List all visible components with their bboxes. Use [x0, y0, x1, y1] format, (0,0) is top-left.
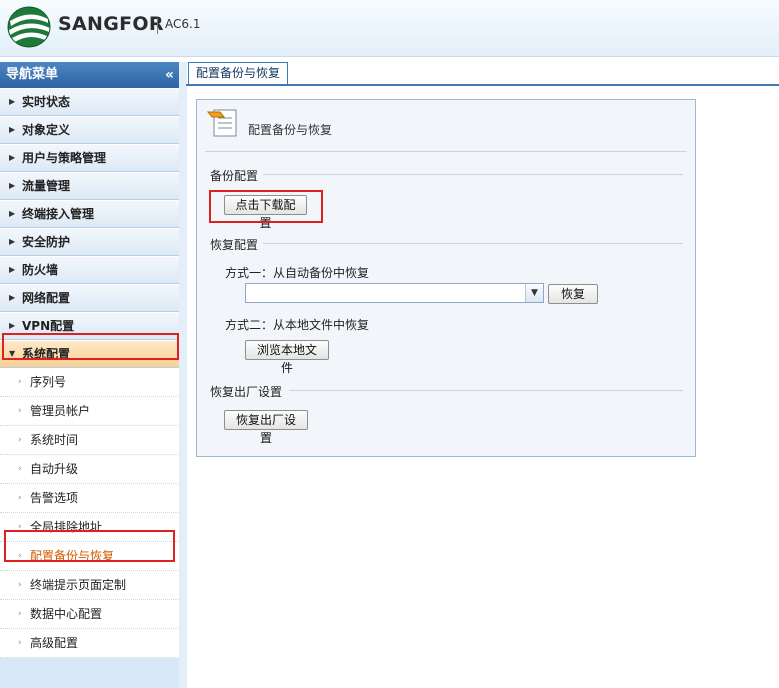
tab-config-backup-restore[interactable]: 配置备份与恢复 — [188, 62, 289, 84]
menu-item-label: 用户与策略管理 — [22, 151, 107, 165]
sub-item-alarm-options[interactable]: › 告警选项 — [0, 484, 180, 513]
sub-item-label: 全局排除地址 — [30, 520, 103, 534]
divider — [263, 174, 683, 175]
chevron-right-icon: ▶ — [9, 265, 16, 274]
menu-item-label: 实时状态 — [22, 95, 71, 109]
navigation-sidebar: 导航菜单 « ▶ 实时状态 ▶ 对象定义 ▶ 用户与策略管理 ▶ 流量管理 ▶ 终端接入管… — [0, 62, 181, 688]
sub-item-serial-number[interactable]: › 序列号 — [0, 368, 180, 397]
collapse-sidebar-icon[interactable]: « — [165, 62, 174, 88]
menu-item-user-policy[interactable]: ▶ 用户与策略管理 — [0, 144, 180, 172]
sub-item-config-backup-restore[interactable]: › 配置备份与恢复 — [0, 542, 180, 571]
sub-item-global-exclude[interactable]: › 全局排除地址 — [0, 513, 180, 542]
factory-reset-section-label: 恢复出厂设置 — [210, 385, 283, 399]
chevron-right-small-icon: › — [18, 464, 22, 474]
menu-item-object-definition[interactable]: ▶ 对象定义 — [0, 116, 180, 144]
chevron-right-small-icon: › — [18, 435, 22, 445]
menu-item-label: 防火墙 — [22, 263, 59, 277]
menu-item-network-config[interactable]: ▶ 网络配置 — [0, 284, 180, 312]
sub-item-label: 管理员帐户 — [30, 404, 91, 418]
restore-method1-label: 方式一：从自动备份中恢复 — [225, 266, 370, 280]
chevron-right-small-icon: › — [18, 638, 22, 648]
menu-item-label: 终端接入管理 — [22, 207, 95, 221]
chevron-right-icon: ▶ — [9, 293, 16, 302]
sub-item-label: 终端提示页面定制 — [30, 578, 127, 592]
chevron-right-small-icon: › — [18, 493, 22, 503]
sub-item-label: 自动升级 — [30, 462, 79, 476]
sub-item-auto-upgrade[interactable]: › 自动升级 — [0, 455, 180, 484]
app-header: SANGFOR AC6.1 — [0, 0, 779, 57]
menu-item-label: 对象定义 — [22, 123, 71, 137]
sub-item-label: 告警选项 — [30, 491, 79, 505]
sub-item-system-time[interactable]: › 系统时间 — [0, 426, 180, 455]
sub-item-label: 序列号 — [30, 375, 67, 389]
document-settings-icon — [206, 109, 237, 137]
restore-button[interactable]: 恢复 — [548, 284, 598, 304]
auto-backup-select[interactable]: ▼ — [245, 283, 544, 303]
divider — [263, 243, 683, 244]
sub-item-advanced-config[interactable]: › 高级配置 — [0, 629, 180, 658]
restore-method2-label: 方式二：从本地文件中恢复 — [225, 318, 370, 332]
backup-restore-panel: 配置备份与恢复 备份配置 点击下载配置 恢复配置 方式一：从自动备份中恢复 ▼ … — [196, 99, 696, 457]
brand-name: SANGFOR — [58, 13, 164, 35]
header-divider — [157, 18, 158, 34]
menu-item-label: 网络配置 — [22, 291, 71, 305]
panel-title: 配置备份与恢复 — [248, 123, 333, 137]
restore-section-label: 恢复配置 — [210, 238, 259, 252]
menu-item-label: VPN配置 — [22, 319, 75, 333]
chevron-right-small-icon: › — [18, 377, 22, 387]
chevron-right-icon: ▶ — [9, 97, 16, 106]
chevron-right-icon: ▶ — [9, 181, 16, 190]
menu-item-label: 安全防护 — [22, 235, 71, 249]
sub-item-label: 系统时间 — [30, 433, 79, 447]
menu-item-label: 系统配置 — [22, 347, 71, 361]
sub-item-label: 配置备份与恢复 — [30, 549, 115, 563]
chevron-right-icon: ▶ — [9, 209, 16, 218]
sub-item-label: 高级配置 — [30, 636, 79, 650]
chevron-right-icon: ▶ — [9, 321, 16, 330]
divider — [289, 390, 683, 391]
menu-item-label: 流量管理 — [22, 179, 71, 193]
menu-item-firewall[interactable]: ▶ 防火墙 — [0, 256, 180, 284]
menu-item-vpn-config[interactable]: ▶ VPN配置 — [0, 312, 180, 340]
menu-item-security-protection[interactable]: ▶ 安全防护 — [0, 228, 180, 256]
sub-item-terminal-page-custom[interactable]: › 终端提示页面定制 — [0, 571, 180, 600]
chevron-down-icon[interactable]: ▼ — [525, 284, 543, 302]
chevron-right-icon: ▶ — [9, 125, 16, 134]
chevron-right-small-icon: › — [18, 551, 22, 561]
chevron-right-icon: ▶ — [9, 237, 16, 246]
divider — [205, 151, 687, 152]
menu-item-realtime-status[interactable]: ▶ 实时状态 — [0, 88, 180, 116]
menu-item-traffic-management[interactable]: ▶ 流量管理 — [0, 172, 180, 200]
chevron-right-small-icon: › — [18, 580, 22, 590]
content-gutter — [179, 62, 187, 688]
chevron-right-small-icon: › — [18, 609, 22, 619]
sub-item-datacenter-config[interactable]: › 数据中心配置 — [0, 600, 180, 629]
menu-item-system-config[interactable]: ▼ 系统配置 — [0, 340, 180, 368]
chevron-right-small-icon: › — [18, 406, 22, 416]
tab-bar: 配置备份与恢复 — [186, 62, 779, 86]
chevron-down-icon: ▼ — [9, 349, 16, 358]
nav-menu-title: 导航菜单 — [6, 67, 59, 82]
chevron-right-small-icon: › — [18, 522, 22, 532]
product-version: AC6.1 — [165, 17, 201, 31]
backup-section-label: 备份配置 — [210, 169, 259, 183]
nav-menu-header: 导航菜单 « — [0, 62, 180, 88]
menu-item-terminal-access[interactable]: ▶ 终端接入管理 — [0, 200, 180, 228]
sangfor-logo-icon — [7, 6, 51, 48]
sub-item-label: 数据中心配置 — [30, 607, 103, 621]
download-config-button[interactable]: 点击下载配置 — [224, 195, 307, 230]
browse-local-file-button[interactable]: 浏览本地文件 — [245, 340, 329, 375]
chevron-right-icon: ▶ — [9, 153, 16, 162]
factory-reset-button[interactable]: 恢复出厂设置 — [224, 410, 308, 445]
sub-item-admin-account[interactable]: › 管理员帐户 — [0, 397, 180, 426]
